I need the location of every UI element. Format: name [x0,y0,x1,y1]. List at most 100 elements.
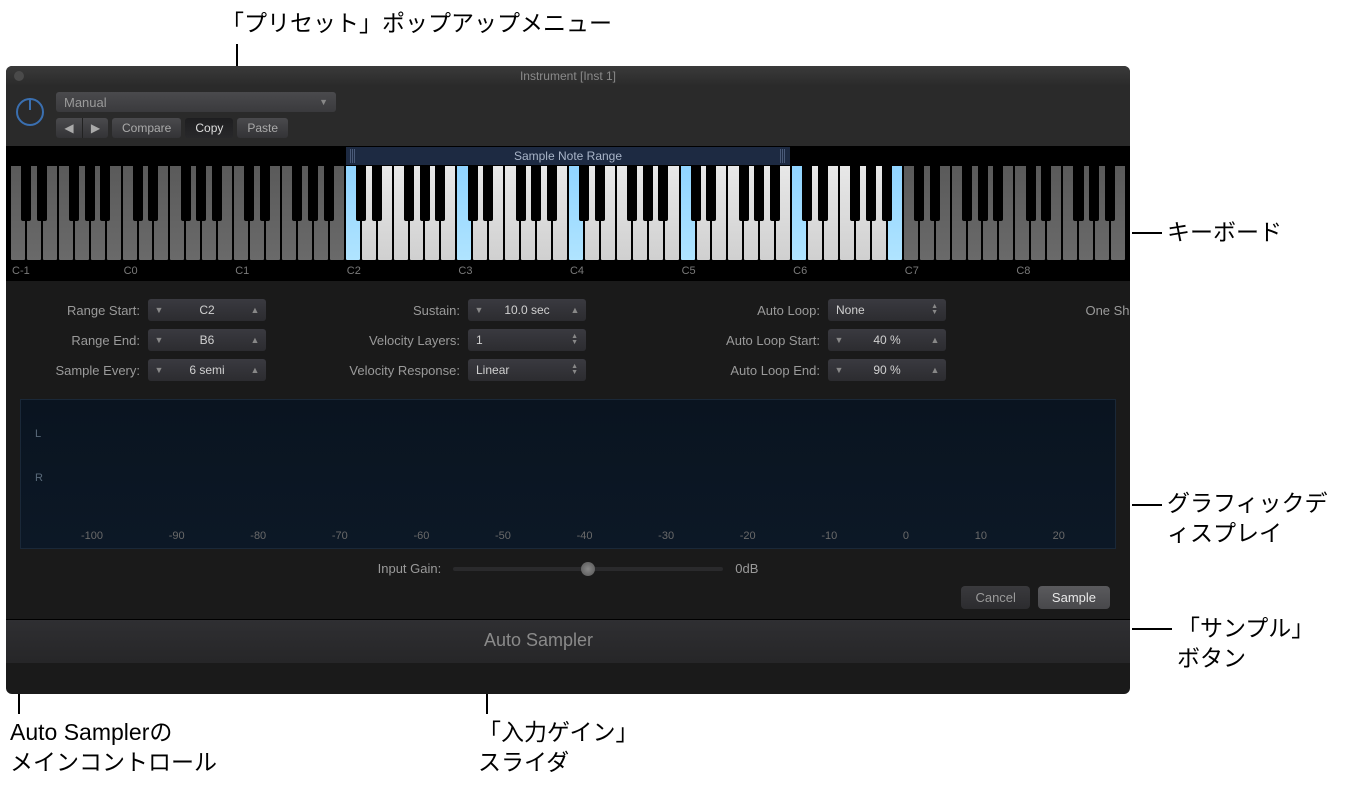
piano-black-key[interactable] [818,165,828,221]
piano-black-key[interactable] [37,165,47,221]
piano-black-key[interactable] [978,165,988,221]
keyboard[interactable] [6,165,1130,261]
chevron-down-icon[interactable]: ▼ [468,305,490,315]
piano-black-key[interactable] [850,165,860,221]
piano-black-key[interactable] [770,165,780,221]
sample-every-stepper[interactable]: ▼ 6 semi ▲ [148,359,266,381]
piano-black-key[interactable] [1105,165,1115,221]
piano-black-key[interactable] [643,165,653,221]
piano-black-key[interactable] [914,165,924,221]
sustain-label: Sustain: [413,303,460,318]
piano-black-key[interactable] [1026,165,1036,221]
piano-black-key[interactable] [962,165,972,221]
power-button[interactable] [16,98,44,126]
next-preset-button[interactable]: ▶ [82,118,108,138]
piano-black-key[interactable] [292,165,302,221]
chevron-up-icon[interactable]: ▲ [244,305,266,315]
preset-popup-menu[interactable]: Manual ▼ [56,92,336,112]
piano-black-key[interactable] [882,165,892,221]
range-end-stepper[interactable]: ▼ B6 ▲ [148,329,266,351]
chevron-down-icon[interactable]: ▼ [148,365,170,375]
range-start-label: Range Start: [67,303,140,318]
compare-button[interactable]: Compare [112,118,181,138]
piano-black-key[interactable] [691,165,701,221]
piano-black-key[interactable] [531,165,541,221]
piano-black-key[interactable] [244,165,254,221]
piano-black-key[interactable] [930,165,940,221]
piano-black-key[interactable] [1073,165,1083,221]
octave-label: C6 [791,261,903,281]
octave-label: C5 [680,261,792,281]
piano-black-key[interactable] [627,165,637,221]
piano-black-key[interactable] [181,165,191,221]
velocity-layers-select[interactable]: 1 ▲▼ [468,329,586,351]
piano-black-key[interactable] [595,165,605,221]
piano-black-key[interactable] [706,165,716,221]
piano-black-key[interactable] [866,165,876,221]
piano-black-key[interactable] [324,165,334,221]
tick-label: -100 [81,530,103,542]
auto-loop-end-label: Auto Loop End: [730,363,820,378]
sustain-value: 10.0 sec [490,303,564,317]
piano-black-key[interactable] [579,165,589,221]
sample-note-range-header[interactable]: Sample Note Range [346,147,790,165]
prev-preset-button[interactable]: ◀ [56,118,82,138]
piano-black-key[interactable] [404,165,414,221]
auto-loop-end-stepper[interactable]: ▼ 90 % ▲ [828,359,946,381]
window-titlebar[interactable]: Instrument [Inst 1] [6,66,1130,86]
piano-black-key[interactable] [1089,165,1099,221]
close-icon[interactable] [14,71,24,81]
chevron-up-icon[interactable]: ▲ [564,305,586,315]
piano-black-key[interactable] [69,165,79,221]
sustain-stepper[interactable]: ▼ 10.0 sec ▲ [468,299,586,321]
piano-black-key[interactable] [802,165,812,221]
piano-black-key[interactable] [100,165,110,221]
piano-black-key[interactable] [516,165,526,221]
input-gain-slider[interactable] [453,567,723,571]
piano-black-key[interactable] [739,165,749,221]
chevron-up-icon[interactable]: ▲ [244,365,266,375]
chevron-down-icon: ▼ [319,97,328,107]
piano-black-key[interactable] [468,165,478,221]
chevron-down-icon[interactable]: ▼ [148,305,170,315]
cancel-button[interactable]: Cancel [961,586,1029,609]
tick-label: -70 [332,530,348,542]
range-start-stepper[interactable]: ▼ C2 ▲ [148,299,266,321]
chevron-down-icon[interactable]: ▼ [148,335,170,345]
piano-black-key[interactable] [993,165,1003,221]
piano-black-key[interactable] [260,165,270,221]
piano-black-key[interactable] [372,165,382,221]
chevron-down-icon[interactable]: ▼ [828,365,850,375]
piano-black-key[interactable] [1041,165,1051,221]
velocity-layers-label: Velocity Layers: [369,333,460,348]
copy-button[interactable]: Copy [185,118,233,138]
velocity-response-select[interactable]: Linear ▲▼ [468,359,586,381]
piano-black-key[interactable] [483,165,493,221]
piano-black-key[interactable] [85,165,95,221]
chevron-up-icon[interactable]: ▲ [924,365,946,375]
piano-black-key[interactable] [356,165,366,221]
piano-black-key[interactable] [420,165,430,221]
piano-black-key[interactable] [658,165,668,221]
auto-loop-start-stepper[interactable]: ▼ 40 % ▲ [828,329,946,351]
piano-black-key[interactable] [547,165,557,221]
sample-button[interactable]: Sample [1038,586,1110,609]
auto-loop-value: None [836,303,865,317]
chevron-up-icon[interactable]: ▲ [924,335,946,345]
piano-black-key[interactable] [308,165,318,221]
chevron-down-icon[interactable]: ▼ [828,335,850,345]
piano-black-key[interactable] [754,165,764,221]
piano-black-key[interactable] [148,165,158,221]
chevron-up-icon[interactable]: ▲ [244,335,266,345]
range-start-value: C2 [170,303,244,317]
paste-button[interactable]: Paste [237,118,288,138]
preset-value: Manual [64,95,107,110]
piano-black-key[interactable] [212,165,222,221]
piano-black-key[interactable] [133,165,143,221]
octave-label: C1 [233,261,345,281]
auto-loop-select[interactable]: None ▲▼ [828,299,946,321]
slider-thumb[interactable] [581,562,595,576]
piano-black-key[interactable] [435,165,445,221]
piano-black-key[interactable] [21,165,31,221]
piano-black-key[interactable] [196,165,206,221]
